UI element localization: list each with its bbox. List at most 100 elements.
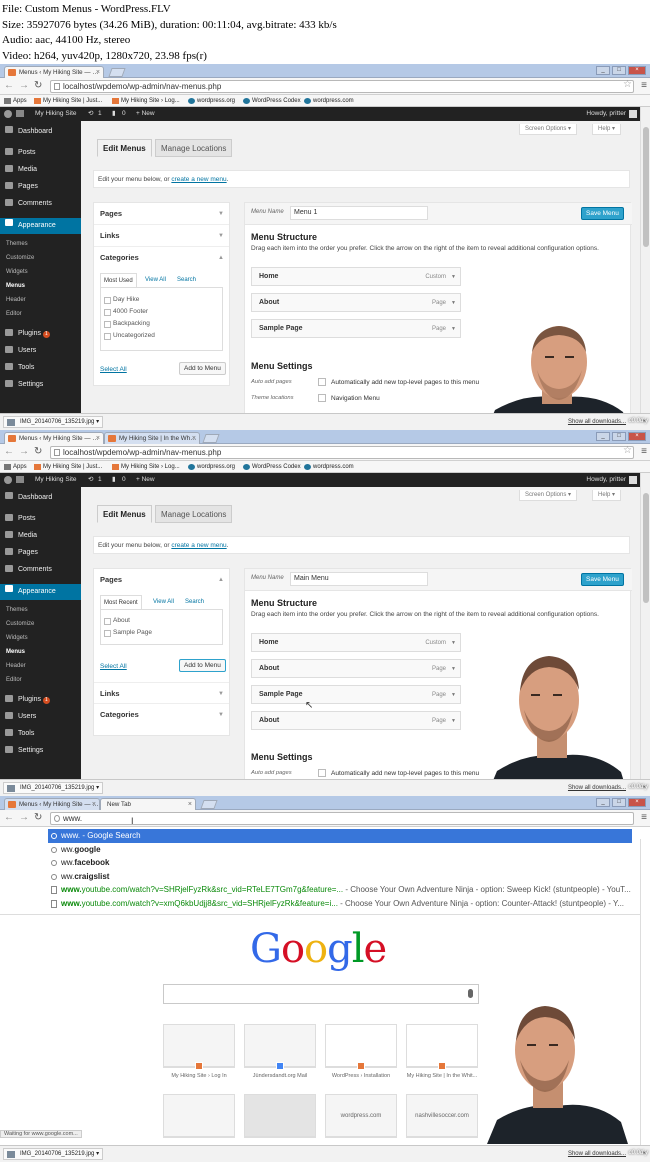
add-to-menu-button[interactable]: Add to Menu — [179, 659, 226, 672]
bookmark-star-icon[interactable]: ☆ — [623, 79, 632, 90]
address-bar[interactable]: localhost/wpdemo/wp-admin/nav-menus.php — [50, 80, 634, 93]
tab-view-all[interactable]: View All — [150, 595, 177, 609]
menu-item[interactable]: Sample Page Page ▼ — [251, 685, 461, 704]
bookmark-item[interactable]: My Hiking Site | Just... — [34, 461, 102, 473]
list-item[interactable]: About — [101, 615, 222, 627]
bookmark-item[interactable]: WordPress Codex — [243, 461, 301, 473]
bookmark-item[interactable]: wordpress.org — [188, 95, 235, 107]
tab-hiking-site[interactable]: My Hiking Site | In the Wh… × — [104, 432, 200, 444]
list-item[interactable]: Day Hike — [101, 294, 222, 306]
close-tab-icon[interactable]: × — [188, 799, 192, 810]
sidebar-item-pages[interactable]: Pages — [0, 181, 81, 193]
reload-icon[interactable]: ↻ — [34, 447, 42, 457]
chevron-down-icon[interactable]: ▼ — [451, 712, 456, 730]
forward-icon[interactable]: → — [19, 813, 29, 823]
chevron-down-icon[interactable]: ▼ — [451, 634, 456, 652]
sidebar-item-plugins[interactable]: Plugins 1 — [0, 694, 81, 706]
screen-options-button[interactable]: Screen Options ▾ — [519, 490, 578, 501]
checkbox[interactable] — [104, 309, 111, 316]
submenu-header[interactable]: Header — [0, 663, 81, 669]
tab-menus[interactable]: Menus ‹ My Hiking Site — … × — [4, 432, 104, 444]
bookmark-item[interactable]: WordPress Codex — [243, 95, 301, 107]
close-tab-icon[interactable]: × — [192, 433, 196, 444]
download-item[interactable]: IMG_20140706_135219.jpg ▾ — [3, 782, 104, 794]
back-icon[interactable]: ← — [4, 447, 14, 457]
show-all-downloads-link[interactable]: Show all downloads... — [568, 414, 626, 430]
sidebar-item-tools[interactable]: Tools — [0, 728, 81, 740]
accordion-links[interactable]: Links ▼ — [94, 682, 229, 704]
sidebar-item-tools[interactable]: Tools — [0, 362, 81, 374]
bookmark-item[interactable]: My Hiking Site › Log... — [112, 95, 180, 107]
help-button[interactable]: Help ▾ — [592, 124, 622, 135]
close-window-icon[interactable]: × — [628, 432, 646, 441]
scrollbar[interactable] — [640, 107, 650, 429]
accordion-pages[interactable]: Pages ▼ — [94, 203, 229, 225]
howdy-account[interactable]: Howdy, pritter — [586, 107, 626, 121]
menu-item[interactable]: About Page ▼ — [251, 293, 461, 312]
sidebar-item-users[interactable]: Users — [0, 345, 81, 357]
most-visited-tile[interactable] — [163, 1094, 235, 1138]
menu-item[interactable]: Sample Page Page ▼ — [251, 319, 461, 338]
submenu-customize[interactable]: Customize — [0, 621, 81, 627]
minimize-icon[interactable]: _ — [596, 798, 610, 807]
list-item[interactable]: Backpacking — [101, 318, 222, 330]
comments-icon[interactable]: ▮ — [112, 473, 116, 487]
suggestion-item[interactable]: ww.facebook — [48, 856, 632, 870]
accordion-categories[interactable]: Categories ▼ — [94, 704, 229, 726]
tab-menus[interactable]: Menus ‹ My Hiking Site — … × — [4, 798, 100, 810]
screen-options-button[interactable]: Screen Options ▾ — [519, 124, 578, 135]
new-tab-button[interactable] — [108, 68, 126, 77]
sidebar-item-dashboard[interactable]: Dashboard — [0, 491, 81, 505]
chrome-menu-icon[interactable]: ≡ — [641, 80, 647, 91]
sidebar-item-media[interactable]: Media — [0, 530, 81, 542]
submenu-editor[interactable]: Editor — [0, 677, 81, 683]
wordpress-logo-icon[interactable] — [4, 476, 12, 484]
checkbox[interactable] — [104, 630, 111, 637]
sidebar-item-dashboard[interactable]: Dashboard — [0, 125, 81, 139]
submenu-editor[interactable]: Editor — [0, 311, 81, 317]
chevron-down-icon[interactable]: ▼ — [451, 660, 456, 678]
maximize-icon[interactable]: □ — [612, 432, 626, 441]
sidebar-item-settings[interactable]: Settings — [0, 379, 81, 391]
site-name[interactable]: My Hiking Site — [35, 107, 77, 121]
scrollbar-thumb[interactable] — [643, 127, 649, 247]
tab-search[interactable]: Search — [174, 273, 199, 287]
scrollbar-thumb[interactable] — [643, 493, 649, 603]
back-icon[interactable]: ← — [4, 81, 14, 91]
chrome-menu-icon[interactable]: ≡ — [641, 812, 647, 823]
forward-icon[interactable]: → — [19, 447, 29, 457]
new-content-menu[interactable]: + New — [136, 107, 155, 121]
suggestion-item[interactable]: www.youtube.com/watch?v=SHRjelFyzRk&src_… — [48, 883, 632, 897]
menu-name-input[interactable]: Menu 1 — [290, 206, 428, 220]
updates-icon[interactable]: ⟲ — [88, 107, 93, 121]
suggestion-item[interactable]: ww.craigslist — [48, 870, 632, 884]
close-tab-icon[interactable]: × — [92, 799, 96, 810]
chrome-menu-icon[interactable]: ≡ — [641, 446, 647, 457]
sidebar-item-settings[interactable]: Settings — [0, 745, 81, 757]
save-menu-button[interactable]: Save Menu — [581, 207, 624, 220]
navigation-menu-checkbox[interactable] — [318, 394, 326, 402]
show-all-downloads-link[interactable]: Show all downloads... — [568, 780, 626, 796]
checkbox[interactable] — [104, 618, 111, 625]
download-item[interactable]: IMG_20140706_135219.jpg ▾ — [3, 1148, 104, 1160]
updates-icon[interactable]: ⟲ — [88, 473, 93, 487]
chevron-down-icon[interactable]: ▼ — [451, 268, 456, 286]
close-window-icon[interactable]: × — [628, 798, 646, 807]
reload-icon[interactable]: ↻ — [34, 81, 42, 91]
suggestion-item[interactable]: www.youtube.com/watch?v=xmQ6kbUdjj8&src_… — [48, 897, 632, 911]
scrollbar[interactable] — [640, 839, 650, 1161]
sidebar-item-plugins[interactable]: Plugins 1 — [0, 328, 81, 340]
menu-item[interactable]: About Page ▼ — [251, 659, 461, 678]
sidebar-item-pages[interactable]: Pages — [0, 547, 81, 559]
chevron-down-icon[interactable]: ▼ — [451, 294, 456, 312]
sidebar-item-appearance[interactable]: Appearance — [0, 584, 81, 600]
accordion-pages[interactable]: Pages ▲ — [94, 569, 229, 591]
wordpress-logo-icon[interactable] — [4, 110, 12, 118]
bookmark-item[interactable]: wordpress.com — [304, 95, 354, 107]
close-tab-icon[interactable]: × — [96, 67, 100, 78]
bookmark-item[interactable]: wordpress.org — [188, 461, 235, 473]
tab-manage-locations[interactable]: Manage Locations — [155, 139, 233, 157]
microphone-icon[interactable] — [468, 989, 473, 998]
bookmark-item[interactable]: My Hiking Site › Log... — [112, 461, 180, 473]
new-content-menu[interactable]: + New — [136, 473, 155, 487]
